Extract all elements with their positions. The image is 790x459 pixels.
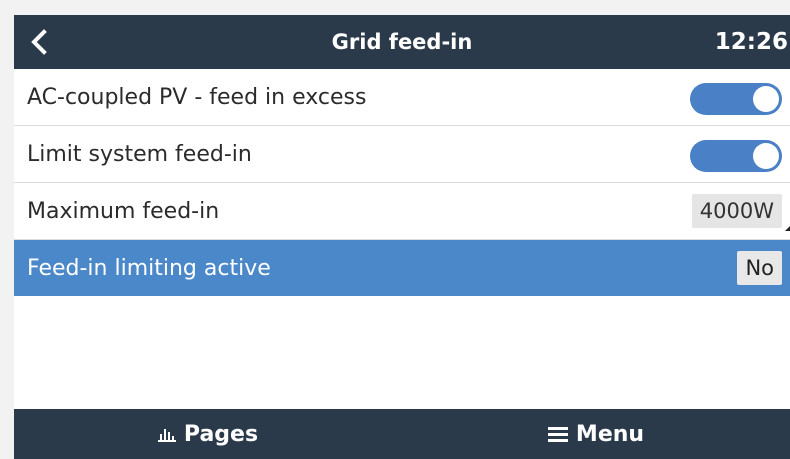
menu-label: Menu [575, 421, 645, 447]
limit-feed-in-toggle[interactable] [690, 140, 782, 172]
chevron-left-icon [31, 29, 47, 55]
setting-label: AC-coupled PV - feed in excess [27, 84, 367, 110]
setting-label: Feed-in limiting active [27, 255, 271, 281]
max-feed-in-value-text: 4000W [699, 199, 774, 223]
max-feed-in-value[interactable]: 4000W [691, 194, 782, 228]
setting-label: Limit system feed-in [27, 141, 252, 167]
limiting-active-status-text: No [745, 256, 774, 280]
toggle-knob [753, 143, 779, 169]
setting-row-ac-coupled-pv[interactable]: AC-coupled PV - feed in excess [14, 69, 790, 126]
back-button[interactable] [22, 25, 56, 59]
bottom-bar: Pages Menu [14, 409, 790, 459]
bar-chart-icon [157, 426, 176, 442]
top-bar: Grid feed-in 12:26 [14, 15, 790, 69]
toggle-knob [753, 86, 779, 112]
settings-list: AC-coupled PV - feed in excess Limit sys… [14, 69, 790, 296]
setting-row-max-feed-in[interactable]: Maximum feed-in 4000W [14, 183, 790, 240]
ac-coupled-pv-toggle[interactable] [690, 83, 782, 115]
menu-button[interactable]: Menu [402, 409, 790, 459]
setting-label: Maximum feed-in [27, 198, 220, 224]
hamburger-menu-icon [547, 426, 568, 442]
pages-label: Pages [183, 421, 259, 447]
setting-row-limit-feed-in[interactable]: Limit system feed-in [14, 126, 790, 183]
setting-row-limiting-active[interactable]: Feed-in limiting active No [14, 240, 790, 296]
device-screen: Grid feed-in 12:26 AC-coupled PV - feed … [14, 15, 790, 459]
limiting-active-status: No [737, 251, 782, 285]
pages-button[interactable]: Pages [14, 409, 402, 459]
edit-indicator-icon [785, 225, 790, 231]
page-title: Grid feed-in [331, 30, 473, 54]
clock: 12:26 [714, 29, 788, 55]
